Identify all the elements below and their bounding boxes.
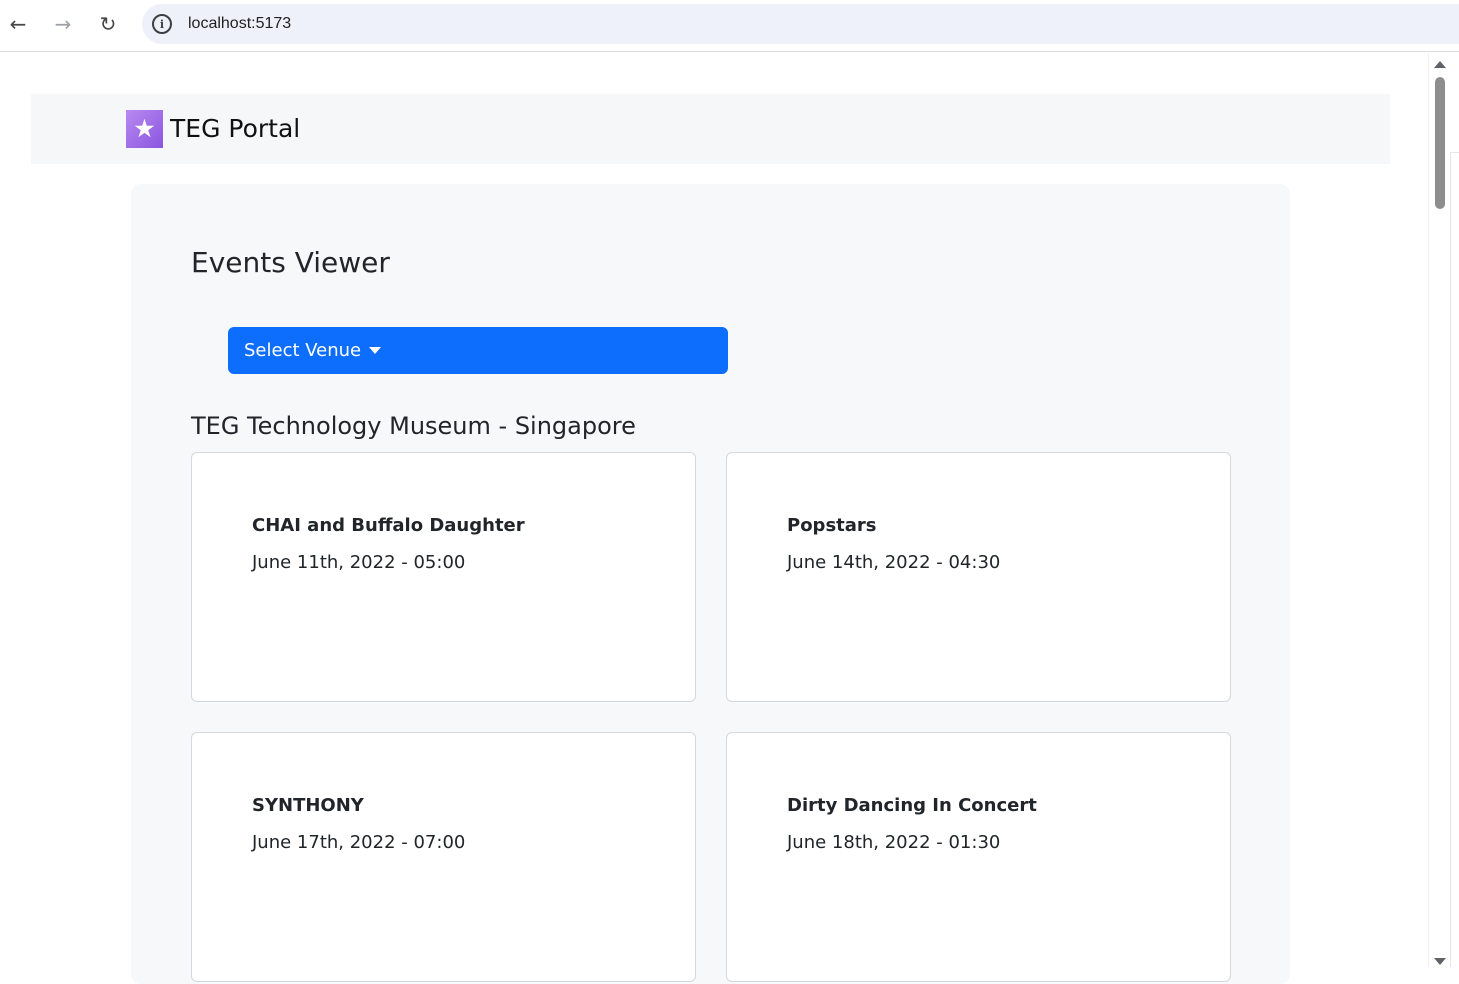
event-date: June 14th, 2022 - 04:30: [787, 552, 1001, 573]
forward-arrow-icon[interactable]: →: [47, 8, 79, 40]
select-venue-dropdown[interactable]: Select Venue: [228, 327, 728, 374]
select-venue-label: Select Venue: [244, 340, 362, 361]
browser-toolbar: ← → ↻ i localhost:5173: [0, 0, 1459, 52]
brand-name[interactable]: TEG Portal: [170, 114, 300, 143]
event-title: CHAI and Buffalo Daughter: [252, 515, 525, 536]
events-container: Events Viewer Select Venue TEG Technolog…: [131, 184, 1290, 984]
event-title: Dirty Dancing In Concert: [787, 795, 1037, 816]
side-panel-edge: [1450, 53, 1459, 967]
page-title: Events Viewer: [191, 246, 390, 279]
venue-name: TEG Technology Museum - Singapore: [191, 412, 636, 440]
event-card[interactable]: Popstars June 14th, 2022 - 04:30: [726, 452, 1231, 702]
scroll-thumb[interactable]: [1435, 77, 1445, 209]
top-navbar: ★ TEG Portal: [31, 94, 1390, 164]
event-date: June 11th, 2022 - 05:00: [252, 552, 466, 573]
caret-down-icon: [369, 347, 382, 354]
back-arrow-icon[interactable]: ←: [2, 8, 34, 40]
event-title: SYNTHONY: [252, 795, 364, 816]
url-text[interactable]: localhost:5173: [188, 15, 291, 33]
event-card[interactable]: CHAI and Buffalo Daughter June 11th, 202…: [191, 452, 696, 702]
page-scrollbar[interactable]: [1428, 53, 1450, 967]
side-panel-edge-top: [1450, 53, 1459, 153]
scroll-down-icon[interactable]: [1434, 958, 1446, 965]
site-info-icon[interactable]: i: [152, 14, 172, 34]
star-ticket-icon[interactable]: ★: [126, 110, 163, 148]
event-title: Popstars: [787, 515, 877, 536]
address-bar[interactable]: i localhost:5173: [142, 4, 1459, 44]
event-date: June 18th, 2022 - 01:30: [787, 832, 1001, 853]
event-date: June 17th, 2022 - 07:00: [252, 832, 466, 853]
scroll-up-icon[interactable]: [1434, 61, 1446, 68]
event-card[interactable]: Dirty Dancing In Concert June 18th, 2022…: [726, 732, 1231, 982]
reload-icon[interactable]: ↻: [92, 8, 124, 40]
event-card[interactable]: SYNTHONY June 17th, 2022 - 07:00: [191, 732, 696, 982]
